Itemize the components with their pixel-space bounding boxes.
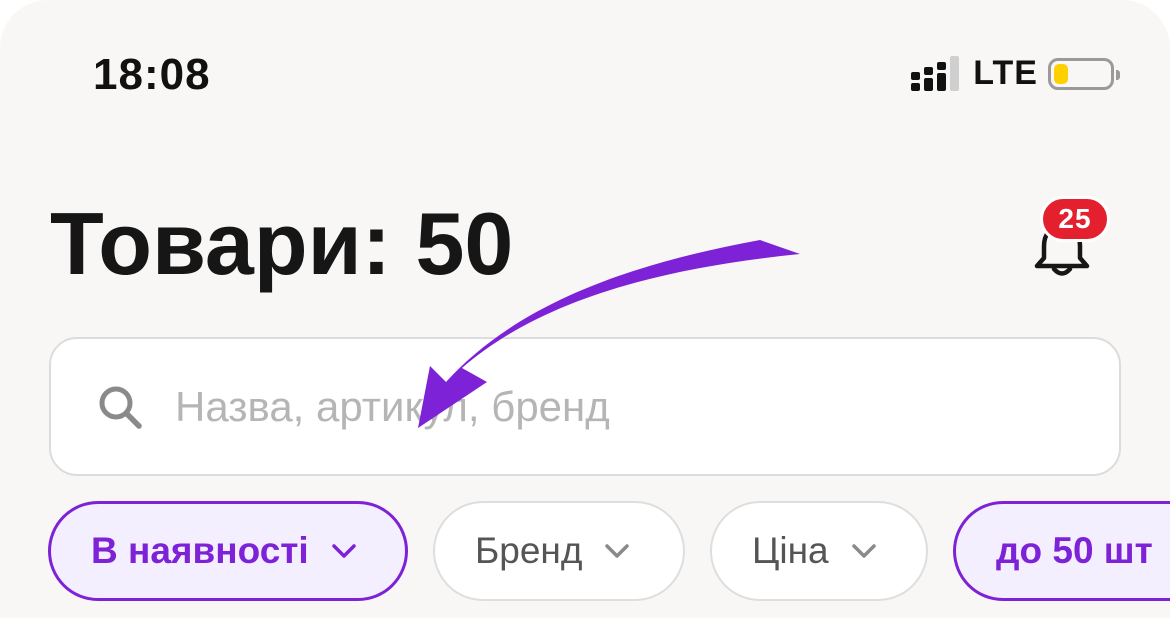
page-title: Товари: 50 — [50, 194, 514, 293]
battery-level — [1054, 63, 1068, 84]
filter-chip-up-to-50[interactable]: до 50 шт — [953, 501, 1170, 601]
filter-chip-in-stock[interactable]: В наявності — [48, 501, 408, 601]
filter-chip-brand[interactable]: Бренд — [433, 501, 685, 601]
filter-chip-label: Бренд — [475, 530, 583, 571]
chevron-down-icon — [331, 544, 356, 558]
filter-chip-label: до 50 шт — [996, 530, 1153, 571]
battery-icon — [1048, 57, 1120, 90]
chevron-down-icon — [851, 544, 876, 558]
network-type: LTE — [973, 54, 1038, 92]
status-time: 18:08 — [93, 50, 211, 99]
filter-chip-price[interactable]: Ціна — [710, 501, 928, 601]
status-indicators: LTE — [911, 54, 1120, 93]
app-screen: 18:08 LTE Товари: 50 25 В — [0, 0, 1170, 618]
filter-chip-label: Ціна — [752, 530, 829, 571]
search-input[interactable] — [173, 381, 1057, 432]
search-icon — [99, 386, 142, 429]
battery-tip — [1116, 69, 1120, 80]
signal-icon — [911, 55, 960, 91]
search-box[interactable] — [49, 337, 1121, 476]
filter-chip-label: В наявності — [91, 530, 309, 571]
notification-badge: 25 — [1040, 196, 1110, 242]
chevron-down-icon — [605, 544, 630, 558]
